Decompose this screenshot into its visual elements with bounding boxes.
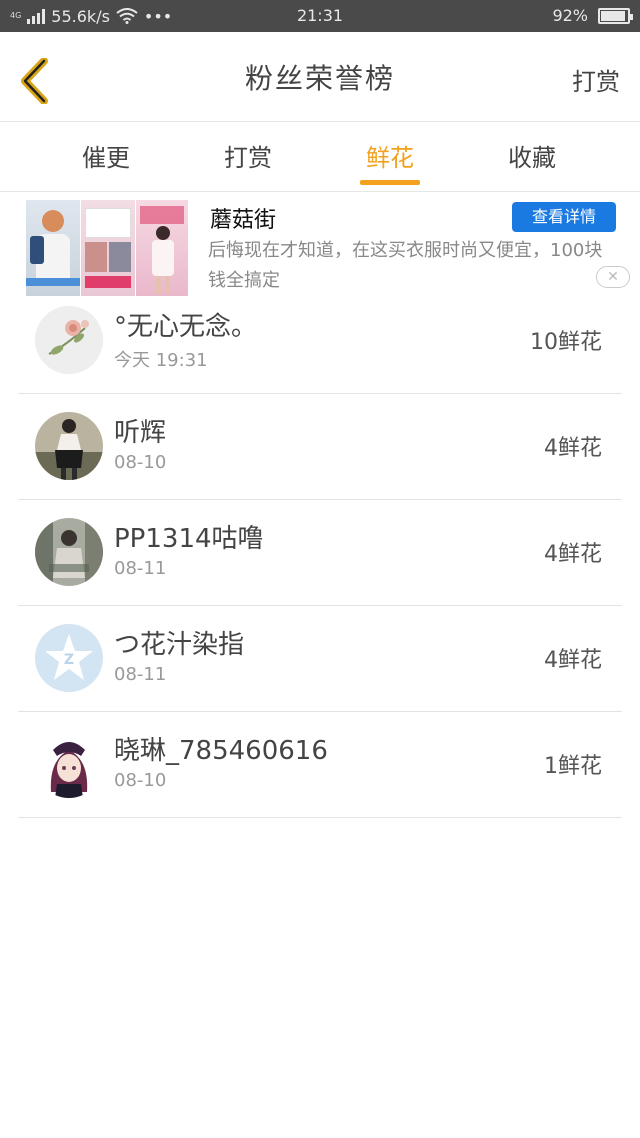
qzone-default-avatar: Z — [35, 624, 103, 692]
svg-text:Z: Z — [64, 652, 74, 668]
network-indicator: 4G — [10, 12, 21, 20]
list-item[interactable]: 晓琳_785460616 08-10 1鲜花 — [18, 712, 622, 818]
list-item[interactable]: PP1314咕噜 08-11 4鲜花 — [18, 500, 622, 606]
back-arrow-icon[interactable] — [18, 58, 52, 104]
active-tab-indicator — [360, 180, 420, 185]
list-item[interactable]: Z つ花汁染指 08-11 4鲜花 — [18, 606, 622, 712]
fan-name: °无心无念。 — [114, 312, 258, 342]
battery-fill — [601, 10, 625, 21]
girl-photo-avatar — [35, 412, 103, 480]
tab-reward[interactable]: 打赏 — [188, 138, 308, 173]
reward-button[interactable]: 打赏 — [572, 62, 620, 97]
status-right: 92% — [552, 6, 633, 25]
network-type: 4G — [10, 11, 22, 20]
fan-date: 08-11 — [114, 558, 167, 579]
fan-date: 08-10 — [114, 770, 167, 791]
battery-percent: 92% — [552, 6, 588, 25]
fan-date: 08-11 — [114, 664, 167, 685]
ad-title: 蘑菇街 — [210, 208, 277, 233]
ad-image-2 — [81, 200, 135, 296]
flower-count: 4鲜花 — [544, 648, 602, 673]
fans-list: °无心无念。 今天 19:31 10鲜花 听辉 08-10 4鲜花 PP1314… — [0, 288, 640, 818]
list-item[interactable]: °无心无念。 今天 19:31 10鲜花 — [18, 288, 622, 394]
street-photo-image — [35, 518, 103, 586]
fan-name: PP1314咕噜 — [114, 524, 264, 554]
battery-icon — [598, 7, 633, 24]
nav-header: 粉丝荣誉榜 打赏 — [0, 32, 640, 122]
ad-banner[interactable]: 蘑菇街 查看详情 后悔现在才知道，在这买衣服时尚又便宜，100块钱全搞定 ✕ — [0, 196, 640, 300]
ad-details-button[interactable]: 查看详情 — [512, 202, 616, 232]
fan-name: 晓琳_785460616 — [114, 736, 328, 766]
flower-count: 4鲜花 — [544, 542, 602, 567]
status-left: 4G 55.6k/s ••• — [10, 7, 270, 26]
network-speed: 55.6k/s — [51, 6, 110, 26]
ad-image-3 — [136, 200, 188, 296]
flower-painting-image — [35, 306, 103, 374]
tab-urge-update[interactable]: 催更 — [46, 138, 166, 173]
qzone-star-icon: Z — [35, 624, 103, 692]
tab-favorites[interactable]: 收藏 — [472, 138, 592, 173]
anime-girl-avatar — [35, 730, 103, 798]
wifi-icon — [116, 8, 138, 24]
fan-name: 听辉 — [114, 418, 167, 448]
fan-date: 08-10 — [114, 452, 167, 473]
page-title: 粉丝荣誉榜 — [244, 61, 395, 95]
signal-icon — [27, 8, 46, 24]
list-item[interactable]: 听辉 08-10 4鲜花 — [18, 394, 622, 500]
flower-painting-avatar — [35, 306, 103, 374]
anime-girl-image — [35, 730, 103, 798]
girl-photo-image — [35, 412, 103, 480]
flower-count: 1鲜花 — [544, 754, 602, 779]
tab-flowers[interactable]: 鲜花 — [330, 138, 450, 173]
ad-description: 后悔现在才知道，在这买衣服时尚又便宜，100块钱全搞定 — [208, 240, 603, 291]
fan-date: 今天 19:31 — [114, 350, 208, 371]
fan-name: つ花汁染指 — [114, 630, 245, 660]
ad-close-button[interactable]: ✕ — [596, 266, 630, 288]
street-photo-avatar — [35, 518, 103, 586]
flower-count: 4鲜花 — [544, 436, 602, 461]
flower-count: 10鲜花 — [530, 330, 602, 355]
tab-bar: 催更 打赏 鲜花 收藏 — [0, 122, 640, 192]
more-notifications-icon: ••• — [143, 6, 173, 26]
ad-image-1 — [26, 200, 80, 296]
status-bar: 4G 55.6k/s ••• 21:31 92% — [0, 0, 640, 32]
